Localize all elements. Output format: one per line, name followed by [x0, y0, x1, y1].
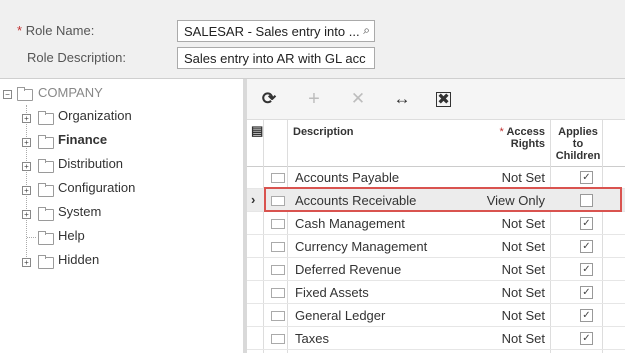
table-row[interactable]: Currency Management Not Set ✓: [247, 235, 625, 258]
folder-icon: [271, 288, 285, 298]
table-row[interactable]: › Accounts Receivable View Only: [247, 187, 625, 212]
role-description-label: Role Description:: [27, 50, 126, 65]
role-name-value: SALESAR - Sales entry into ...: [184, 24, 360, 39]
tree-item-label: Finance: [58, 132, 108, 147]
row-access-rights[interactable]: Not Set: [502, 285, 545, 300]
column-access-rights-text: Access Rights: [506, 126, 545, 150]
row-access-rights[interactable]: Not Set: [502, 262, 545, 277]
role-name-field[interactable]: SALESAR - Sales entry into ... ⌕: [177, 20, 375, 42]
folder-icon: [271, 219, 285, 229]
tree-item-label: Distribution: [58, 156, 124, 171]
form-header: * Role Name: SALESAR - Sales entry into …: [0, 0, 625, 78]
role-description-value: Sales entry into AR with GL acc: [184, 51, 366, 66]
folder-icon: [38, 135, 54, 149]
tree-root-company[interactable]: COMPANY: [38, 84, 103, 102]
search-icon[interactable]: ⌕: [363, 23, 370, 38]
applies-to-children-checkbox[interactable]: ✓: [580, 332, 593, 345]
applies-to-children-checkbox[interactable]: ✓: [580, 309, 593, 322]
table-row[interactable]: Taxes Not Set ✓: [247, 327, 625, 350]
row-description: Accounts Payable: [295, 170, 400, 185]
folder-icon: [38, 231, 54, 245]
row-access-rights[interactable]: Not Set: [502, 239, 545, 254]
role-name-label: * Role Name:: [17, 23, 94, 38]
add-icon[interactable]: +: [304, 89, 324, 109]
grid-header: ▤ Description * Access Rights Applies to…: [247, 119, 625, 167]
role-name-label-text: Role Name:: [25, 23, 95, 38]
delete-icon[interactable]: ✕: [348, 90, 368, 108]
applies-to-children-checkbox[interactable]: ✓: [580, 171, 593, 184]
folder-icon: [271, 265, 285, 275]
navigation-tree: − COMPANY + Organization + Finance + Dis…: [0, 79, 243, 353]
applies-to-children-checkbox[interactable]: ✓: [580, 286, 593, 299]
column-applies-to-children[interactable]: Applies to Children: [554, 126, 602, 162]
expand-icon[interactable]: +: [22, 258, 31, 267]
row-description: Currency Management: [295, 239, 428, 254]
required-marker: *: [499, 126, 504, 138]
row-access-rights[interactable]: Not Set: [502, 308, 545, 323]
collapse-icon[interactable]: −: [3, 90, 12, 99]
table-row[interactable]: Deferred Revenue Not Set ✓: [247, 258, 625, 281]
expand-icon[interactable]: +: [22, 186, 31, 195]
tree-item-label: Help: [58, 228, 85, 243]
expand-icon[interactable]: +: [22, 162, 31, 171]
row-description: Deferred Revenue: [295, 262, 402, 277]
row-access-rights[interactable]: Not Set: [502, 170, 545, 185]
folder-icon: [38, 159, 54, 173]
row-description: Taxes: [295, 331, 329, 346]
table-row[interactable]: Cash Management Not Set ✓: [247, 212, 625, 235]
column-settings-icon[interactable]: ▤: [251, 124, 263, 137]
column-description[interactable]: Description: [293, 126, 354, 138]
table-row[interactable]: Accounts Payable Not Set ✓: [247, 166, 625, 189]
table-row[interactable]: Fixed Assets Not Set ✓: [247, 281, 625, 304]
row-description: Cash Management: [295, 216, 405, 231]
folder-icon: [38, 183, 54, 197]
folder-icon: [271, 242, 285, 252]
row-access-rights[interactable]: Not Set: [502, 216, 545, 231]
folder-icon: [38, 207, 54, 221]
highlight-box: [264, 187, 622, 212]
expand-icon[interactable]: +: [22, 114, 31, 123]
folder-icon: [38, 255, 54, 269]
column-access-rights[interactable]: * Access Rights: [497, 126, 545, 150]
tree-item-label: Hidden: [58, 252, 100, 267]
row-description: General Ledger: [295, 308, 386, 323]
expand-icon[interactable]: +: [22, 138, 31, 147]
folder-icon: [38, 111, 54, 125]
applies-to-children-checkbox[interactable]: ✓: [580, 240, 593, 253]
applies-to-children-checkbox[interactable]: ✓: [580, 263, 593, 276]
tree-item-label: System: [58, 204, 102, 219]
folder-icon: [271, 334, 285, 344]
refresh-icon[interactable]: ⟳: [259, 90, 279, 108]
folder-icon: [271, 311, 285, 321]
required-marker: *: [17, 23, 23, 38]
row-access-rights[interactable]: Not Set: [502, 331, 545, 346]
tree-item-label: Configuration: [58, 180, 136, 195]
grid-toolbar: ⟳ + ✕ ↔ ✖: [247, 79, 625, 119]
current-row-indicator-icon: ›: [251, 192, 256, 207]
expand-icon[interactable]: +: [22, 210, 31, 219]
role-description-field[interactable]: Sales entry into AR with GL acc: [177, 47, 375, 69]
fit-to-screen-icon[interactable]: ↔: [392, 90, 412, 108]
row-description: Fixed Assets: [295, 285, 369, 300]
export-excel-icon[interactable]: ✖: [436, 92, 451, 107]
access-rights-grid: ⟳ + ✕ ↔ ✖ ▤ Description * Access Rights …: [247, 79, 625, 353]
table-row[interactable]: General Ledger Not Set ✓: [247, 304, 625, 327]
applies-to-children-checkbox[interactable]: ✓: [580, 217, 593, 230]
tree-item-label: Organization: [58, 108, 132, 123]
folder-icon: [17, 87, 33, 101]
folder-icon: [271, 173, 285, 183]
